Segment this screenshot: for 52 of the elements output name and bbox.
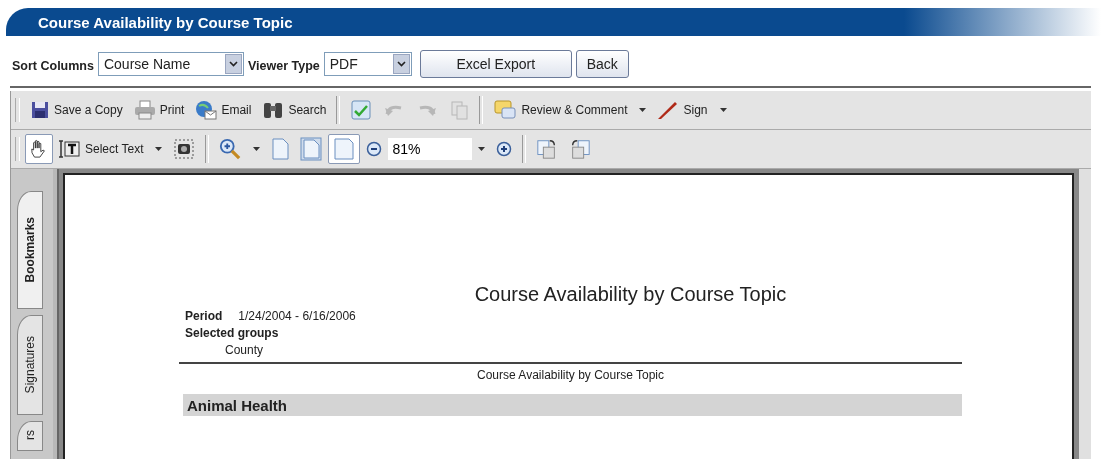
sign-button[interactable]: Sign <box>652 95 732 125</box>
report-subtitle: Course Availability by Course Topic <box>477 368 664 382</box>
chevron-down-icon <box>396 61 406 67</box>
select-text-button[interactable]: Select Text <box>54 134 168 164</box>
sort-columns-dropdown[interactable]: Course Name <box>97 52 244 76</box>
side-panel-tab[interactable]: Signatures <box>17 315 43 415</box>
caret-icon <box>719 108 727 112</box>
form-button[interactable]: Excel Export <box>419 50 572 78</box>
chevron-down-icon <box>228 61 238 67</box>
pen-icon <box>657 100 680 120</box>
viewer-type-dropdown[interactable]: PDF <box>323 52 412 76</box>
page-title: Course Availability by Course Topic <box>38 13 293 31</box>
copy-icon <box>449 100 470 120</box>
email-button[interactable]: Email <box>190 95 257 125</box>
page-icon <box>333 137 356 161</box>
side-panel-tab[interactable]: Bookmarks <box>17 191 43 309</box>
page-icon <box>300 137 323 161</box>
camera-icon <box>173 138 196 160</box>
check-icon <box>350 99 373 121</box>
zoom-field[interactable]: 81% <box>388 138 473 160</box>
selected-groups-label: Selected groups <box>185 326 279 340</box>
page-icon <box>271 138 290 160</box>
print-button[interactable]: Print <box>128 95 190 125</box>
text-cursor-icon <box>59 139 81 159</box>
speech-bubbles-icon <box>493 99 518 121</box>
rotate-page-icon <box>569 138 592 160</box>
side-panel-tab[interactable]: rs <box>17 421 43 451</box>
fit-width-button[interactable] <box>328 134 361 164</box>
hand-icon <box>30 139 48 159</box>
period-value: 1/24/2004 - 6/16/2006 <box>238 309 356 323</box>
binoculars-icon <box>262 100 285 120</box>
section-header: Animal Health <box>183 394 962 416</box>
globe-envelope-icon <box>195 100 218 120</box>
search-button[interactable]: Search <box>257 95 332 125</box>
minus-circle-icon <box>366 141 383 157</box>
hand-tool-button[interactable] <box>25 134 53 164</box>
sort-columns-label: Sort Columns <box>12 59 94 73</box>
scrollbar[interactable] <box>1078 169 1091 459</box>
save-copy-button[interactable]: Save a Copy <box>25 95 128 125</box>
caret-icon <box>253 147 261 151</box>
group-name: County <box>225 343 264 357</box>
form-button[interactable]: Back <box>575 50 629 78</box>
review-comment-button[interactable]: Review & Comment <box>488 95 652 125</box>
printer-icon <box>133 100 156 120</box>
document-title: Course Availability by Course Topic <box>473 283 788 306</box>
caret-icon <box>639 108 647 112</box>
caret-icon <box>478 147 486 151</box>
magnifier-plus-icon <box>219 138 242 160</box>
caret-icon <box>155 147 163 151</box>
viewer-type-label: Viewer Type <box>247 59 320 73</box>
period-label: Period <box>185 309 223 323</box>
plus-circle-icon <box>496 141 513 157</box>
